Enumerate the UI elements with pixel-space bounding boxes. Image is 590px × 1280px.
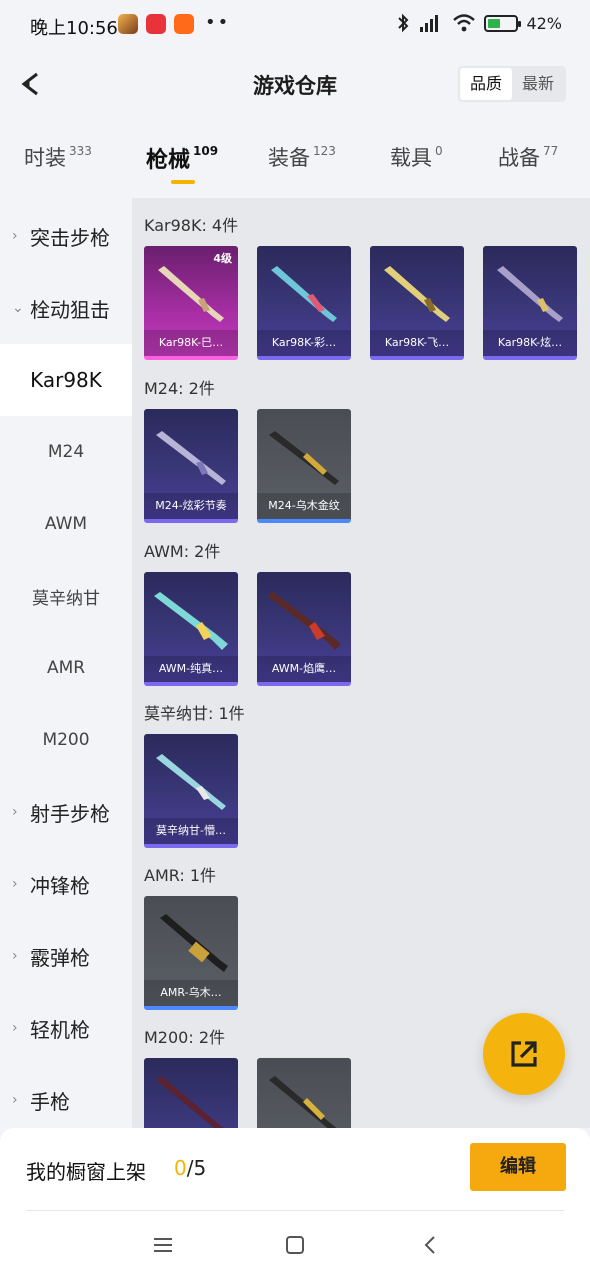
- tab-weapons[interactable]: 枪械 109: [146, 142, 218, 174]
- share-external-icon: [511, 1041, 537, 1067]
- weapon-card[interactable]: Kar98K-飞…: [370, 246, 464, 360]
- section-title: 莫辛纳甘: 1件: [144, 704, 245, 723]
- weapon-name: Kar98K-炫…: [483, 330, 577, 356]
- sidebar-item-assault-rifle[interactable]: › 突击步枪: [0, 200, 132, 272]
- rifle-icon: [156, 431, 226, 485]
- sidebar-item-m24[interactable]: M24: [0, 416, 132, 488]
- weapon-card[interactable]: Kar98K-彩…: [257, 246, 351, 360]
- rifle-icon: [158, 266, 224, 322]
- chevron-right-icon: ›: [12, 1020, 18, 1036]
- rifle-icon: [271, 266, 337, 322]
- weapon-card[interactable]: 4级 Kar98K-巳…: [144, 246, 238, 360]
- sidebar-item-kar98k[interactable]: Kar98K: [0, 344, 132, 416]
- sidebar-item-shotgun[interactable]: › 霰弹枪: [0, 920, 132, 992]
- sidebar-item-lmg[interactable]: › 轻机枪: [0, 992, 132, 1064]
- menu-icon[interactable]: [150, 1232, 176, 1258]
- weapon-name: AMR-乌木…: [144, 980, 238, 1006]
- chevron-down-icon: ⌄: [12, 300, 24, 316]
- section-title: AWM: 2件: [144, 542, 221, 561]
- bluetooth-icon: [398, 13, 409, 33]
- notification-icons: [118, 14, 194, 34]
- section-title: M24: 2件: [144, 379, 215, 398]
- sidebar-item-awm[interactable]: AWM: [0, 488, 132, 560]
- weapon-name: AWM-焰鹰…: [257, 656, 351, 682]
- tab-vehicles[interactable]: 载具 0: [390, 142, 443, 172]
- page-header: 游戏仓库 品质 最新: [0, 52, 590, 116]
- edit-button[interactable]: 编辑: [470, 1143, 566, 1191]
- video-app-icon: [146, 14, 166, 34]
- rifle-icon: [156, 1076, 224, 1128]
- weapon-card[interactable]: 莫辛纳甘-懵…: [144, 734, 238, 848]
- sidebar-item-pistol[interactable]: › 手枪: [0, 1064, 132, 1136]
- weapon-name: M24-炫彩节奏: [144, 493, 238, 519]
- game-app-icon: [118, 14, 138, 34]
- rifle-icon: [160, 914, 228, 972]
- section-title: AMR: 1件: [144, 866, 217, 885]
- weapon-card[interactable]: M24-乌木金纹: [257, 409, 351, 523]
- weapon-card[interactable]: M24-炫彩节奏: [144, 409, 238, 523]
- category-tabs: 时装 333 枪械 109 装备 123 载具 0 战备 77: [0, 130, 590, 198]
- weapon-card[interactable]: Kar98K-炫…: [483, 246, 577, 360]
- clock: 晚上10:56: [30, 18, 118, 39]
- rifle-icon: [497, 266, 563, 322]
- chevron-right-icon: ›: [12, 1092, 18, 1108]
- rifle-icon: [384, 266, 450, 322]
- battery-percent: 42%: [526, 13, 562, 33]
- weapon-name: Kar98K-巳…: [144, 330, 238, 356]
- sidebar-item-bolt-sniper[interactable]: ⌄ 栓动狙击: [0, 272, 132, 344]
- weapon-name: M24-乌木金纹: [257, 493, 351, 519]
- home-square-icon[interactable]: [282, 1232, 308, 1258]
- shop-app-icon: [174, 14, 194, 34]
- weapon-card[interactable]: [257, 1058, 351, 1128]
- nav-back-icon[interactable]: [418, 1232, 444, 1258]
- sidebar-item-smg[interactable]: › 冲锋枪: [0, 848, 132, 920]
- sidebar-item-mosin[interactable]: 莫辛纳甘: [0, 560, 132, 632]
- weapon-card[interactable]: [144, 1058, 238, 1128]
- chevron-right-icon: ›: [12, 228, 18, 244]
- signal-icon: [420, 15, 439, 32]
- chevron-right-icon: ›: [12, 876, 18, 892]
- tab-supplies[interactable]: 战备 77: [498, 142, 558, 172]
- weapon-name: Kar98K-飞…: [370, 330, 464, 356]
- weapon-name: 莫辛纳甘-懵…: [144, 818, 238, 844]
- section-title: Kar98K: 4件: [144, 216, 239, 235]
- rifle-icon: [154, 592, 228, 650]
- sidebar-item-amr[interactable]: AMR: [0, 632, 132, 704]
- status-bar: 晚上10:56 •• 42%: [0, 0, 590, 52]
- rifle-icon: [269, 431, 339, 485]
- rifle-icon: [269, 1076, 337, 1128]
- system-indicators: 42%: [396, 13, 562, 33]
- level-badge: 4级: [213, 252, 232, 265]
- sidebar-item-m200[interactable]: M200: [0, 704, 132, 776]
- chevron-right-icon: ›: [12, 804, 18, 820]
- weapon-list: Kar98K: 4件 4级 Kar98K-巳… Kar98K-彩… Kar98K…: [132, 198, 590, 1128]
- divider: [26, 1210, 564, 1211]
- sidebar-item-marksman-rifle[interactable]: › 射手步枪: [0, 776, 132, 848]
- rifle-icon: [267, 592, 341, 650]
- weapon-name: AWM-纯真…: [144, 656, 238, 682]
- battery-icon: [484, 14, 522, 32]
- sort-by-quality-button[interactable]: 品质: [460, 68, 512, 100]
- weapon-card[interactable]: AWM-纯真…: [144, 572, 238, 686]
- weapon-name: Kar98K-彩…: [257, 330, 351, 356]
- share-fab-button[interactable]: [483, 1013, 565, 1095]
- system-nav-bar: [0, 1212, 590, 1280]
- more-notifications-icon: ••: [205, 12, 231, 33]
- section-title: M200: 2件: [144, 1028, 226, 1047]
- chevron-right-icon: ›: [12, 948, 18, 964]
- weapon-card[interactable]: AWM-焰鹰…: [257, 572, 351, 686]
- weapon-type-sidebar: › 突击步枪 ⌄ 栓动狙击 Kar98K M24 AWM 莫辛纳甘 AMR M200…: [0, 198, 132, 1128]
- tab-equipment[interactable]: 装备 123: [268, 142, 336, 172]
- showcase-count: 0/5: [174, 1156, 207, 1180]
- active-tab-indicator: [171, 180, 195, 184]
- weapon-card[interactable]: AMR-乌木…: [144, 896, 238, 1010]
- rifle-icon: [156, 754, 226, 810]
- showcase-label: 我的橱窗上架: [26, 1160, 146, 1184]
- sort-toggle: 品质 最新: [458, 66, 566, 102]
- sort-by-newest-button[interactable]: 最新: [512, 68, 564, 100]
- wifi-icon: [453, 14, 476, 32]
- showcase-bar: 我的橱窗上架 0/5 编辑: [0, 1128, 590, 1212]
- tab-fashion[interactable]: 时装 333: [24, 142, 92, 172]
